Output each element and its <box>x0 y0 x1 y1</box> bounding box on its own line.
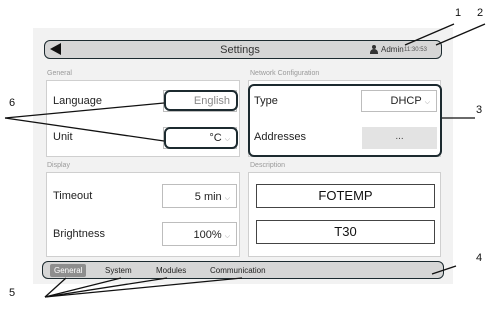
callout-number-2: 2 <box>477 7 484 19</box>
callout-lines <box>4 23 486 298</box>
callout-number-6: 6 <box>9 97 16 109</box>
callout-number-5: 5 <box>9 287 16 299</box>
callout-number-3: 3 <box>476 104 483 116</box>
callout-number-4: 4 <box>476 252 483 264</box>
callout-number-1: 1 <box>455 7 462 19</box>
